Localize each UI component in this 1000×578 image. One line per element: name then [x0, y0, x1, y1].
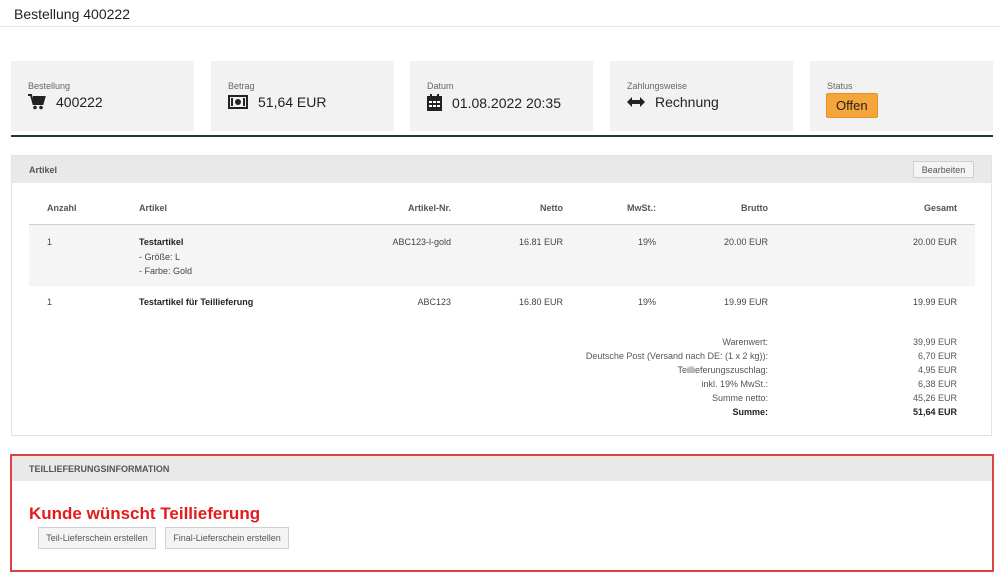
- total-label-surcharge: Teillieferungszuschlag:: [677, 365, 768, 375]
- partial-delivery-title: TEILLIEFERUNGSINFORMATION: [29, 464, 170, 474]
- table-row: 1 Testartikel für Teillieferung ABC123 1…: [29, 286, 975, 316]
- row-total: 20.00 EUR: [912, 237, 957, 247]
- cart-icon: [28, 94, 46, 110]
- edit-button[interactable]: Bearbeiten: [913, 161, 974, 178]
- card-payment-label: Zahlungsweise: [627, 81, 688, 91]
- articles-panel: Artikel Bearbeiten Anzahl Artikel Artike…: [11, 155, 992, 436]
- arrows-horizontal-icon: [627, 97, 645, 107]
- col-header-gross: Brutto: [741, 203, 768, 213]
- date-value: 01.08.2022 20:35: [452, 94, 561, 111]
- card-amount: Betrag 51,64 EUR: [211, 61, 394, 131]
- row-vat: 19%: [637, 297, 656, 307]
- col-header-vat: MwSt.:: [627, 203, 656, 213]
- status-badge: Offen: [826, 93, 878, 118]
- order-number: 400222: [56, 94, 103, 110]
- partial-delivery-header: TEILLIEFERUNGSINFORMATION: [12, 456, 992, 481]
- row-vat: 19%: [637, 237, 656, 247]
- page-header: Bestellung 400222: [0, 0, 1000, 27]
- total-value-surcharge: 4,95 EUR: [917, 365, 957, 375]
- col-header-article: Artikel: [139, 203, 168, 213]
- total-value-goods: 39,99 EUR: [912, 337, 957, 347]
- card-order-value: 400222: [28, 94, 103, 110]
- row-gross: 19.99 EUR: [723, 297, 768, 307]
- row-article-attribute: - Farbe: Gold: [139, 266, 193, 276]
- card-status: Status Offen: [810, 61, 993, 131]
- row-net: 16.80 EUR: [518, 297, 563, 307]
- col-header-net: Netto: [540, 203, 563, 213]
- total-value-shipping: 6,70 EUR: [917, 351, 957, 361]
- row-quantity: 1: [47, 297, 53, 307]
- row-sku: ABC123-l-gold: [392, 237, 451, 247]
- total-label-vat: inkl. 19% MwSt.:: [701, 379, 768, 389]
- card-status-label: Status: [827, 81, 853, 91]
- total-label-shipping: Deutsche Post (Versand nach DE: (1 x 2 k…: [585, 351, 768, 361]
- total-label-net-sum: Summe netto:: [711, 393, 768, 403]
- total-label-goods: Warenwert:: [722, 337, 768, 347]
- partial-delivery-panel: TEILLIEFERUNGSINFORMATION Kunde wünscht …: [10, 454, 994, 572]
- calendar-icon: [427, 94, 442, 111]
- card-payment: Zahlungsweise Rechnung: [610, 61, 793, 131]
- payment-value: Rechnung: [655, 94, 719, 110]
- row-sku: ABC123: [417, 297, 451, 307]
- row-quantity: 1: [47, 237, 53, 247]
- card-date-label: Datum: [427, 81, 454, 91]
- card-order-label: Bestellung: [28, 81, 71, 91]
- col-header-quantity: Anzahl: [47, 203, 77, 213]
- col-header-sku: Artikel-Nr.: [407, 203, 451, 213]
- card-payment-value: Rechnung: [627, 94, 719, 110]
- card-amount-value: 51,64 EUR: [228, 94, 326, 110]
- card-order: Bestellung 400222: [11, 61, 194, 131]
- create-final-delivery-note-button[interactable]: Final-Lieferschein erstellen: [165, 527, 289, 549]
- total-value-vat: 6,38 EUR: [917, 379, 957, 389]
- partial-delivery-message: Kunde wünscht Teillieferung: [29, 504, 261, 523]
- table-row: 1 Testartikel - Größe: L - Farbe: Gold A…: [29, 225, 975, 286]
- row-article-attribute: - Größe: L: [139, 252, 181, 262]
- total-value-sum: 51,64 EUR: [912, 407, 957, 417]
- page-title: Bestellung 400222: [14, 6, 130, 22]
- col-header-total: Gesamt: [923, 203, 957, 213]
- money-icon: [228, 95, 248, 109]
- amount-value: 51,64 EUR: [258, 94, 327, 110]
- row-article-name: Testartikel für Teillieferung: [139, 297, 254, 307]
- row-total: 19.99 EUR: [912, 297, 957, 307]
- total-label-sum: Summe:: [732, 407, 768, 417]
- articles-panel-header: Artikel Bearbeiten: [12, 156, 991, 183]
- summary-cards: Bestellung 400222 Betrag 51,64 EUR Datum: [11, 61, 993, 137]
- card-amount-label: Betrag: [228, 81, 255, 91]
- create-partial-delivery-note-button[interactable]: Teil-Lieferschein erstellen: [38, 527, 156, 549]
- row-gross: 20.00 EUR: [723, 237, 768, 247]
- row-net: 16.81 EUR: [518, 237, 563, 247]
- total-value-net-sum: 45,26 EUR: [912, 393, 957, 403]
- articles-panel-title: Artikel: [29, 165, 58, 175]
- card-date-value: 01.08.2022 20:35: [427, 94, 561, 111]
- card-date: Datum 01.08.2022 20:35: [410, 61, 593, 131]
- row-article-name: Testartikel: [139, 237, 184, 247]
